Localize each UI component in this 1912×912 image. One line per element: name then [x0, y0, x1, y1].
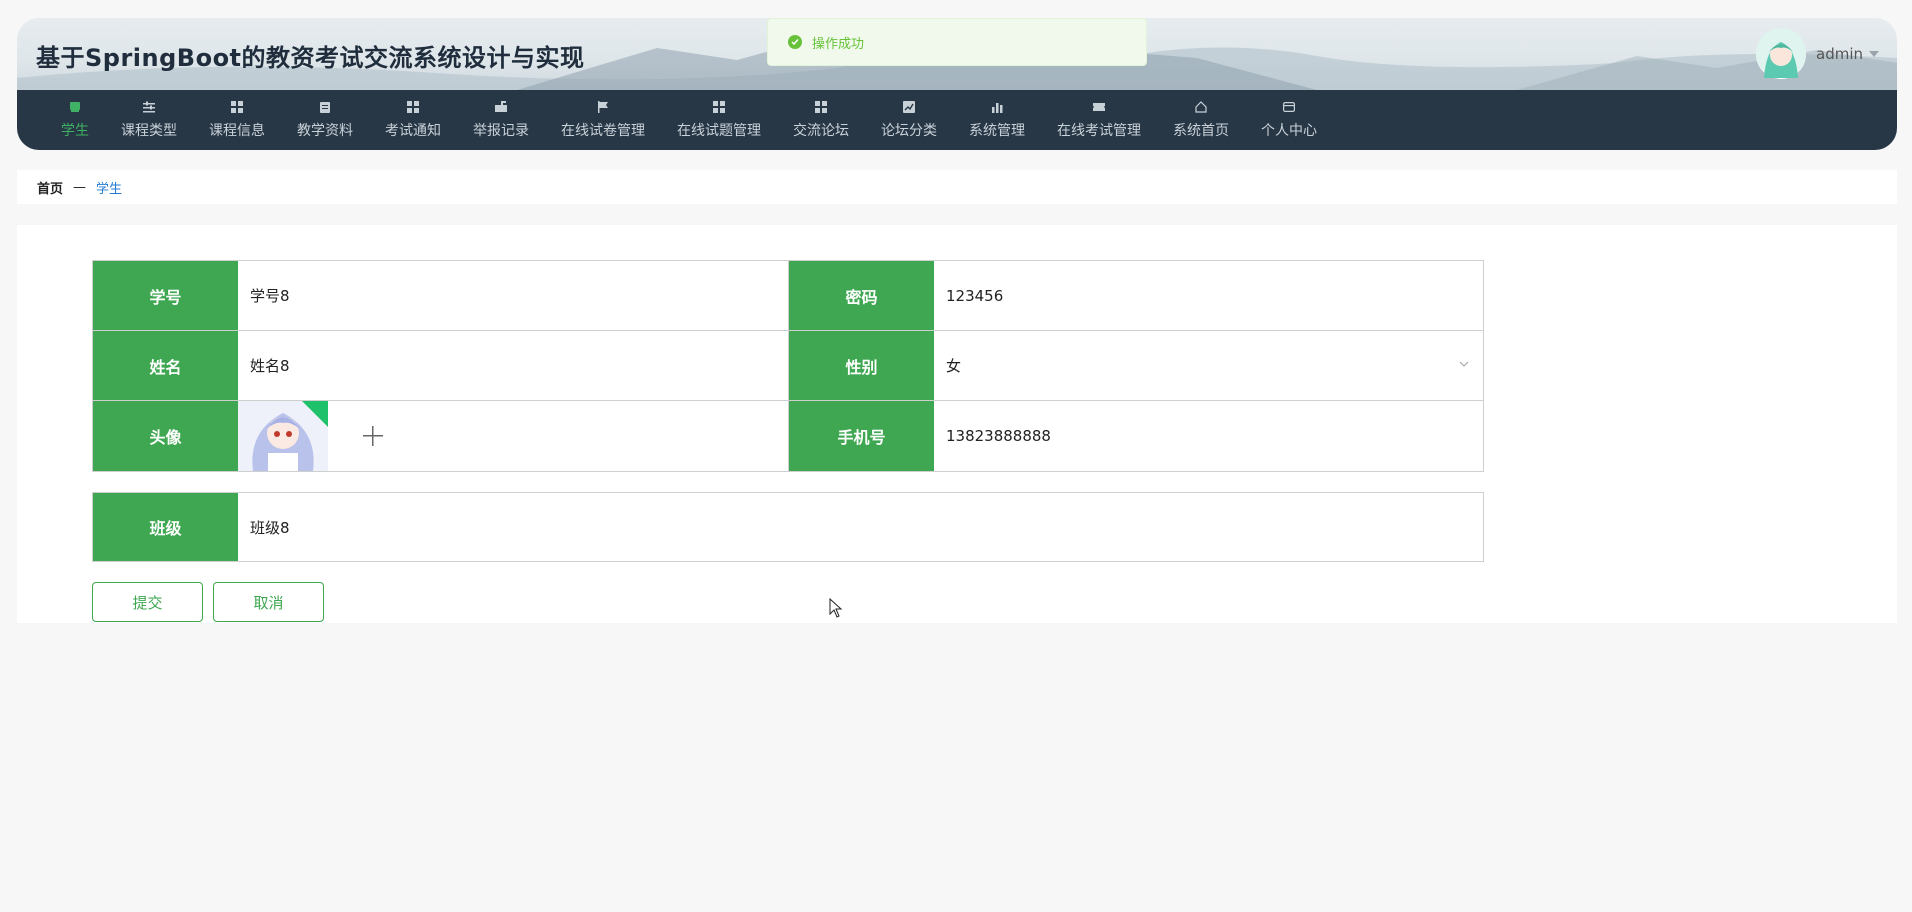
book-icon	[68, 100, 82, 114]
nav-item-label: 交流论坛	[793, 123, 849, 139]
nav-item-system-manage[interactable]: 系统管理	[953, 90, 1041, 150]
chart-icon	[902, 100, 916, 114]
student-no-value[interactable]	[238, 261, 788, 330]
nav-item-label: 课程信息	[209, 123, 265, 139]
mail-icon	[494, 100, 508, 114]
card-icon	[1282, 100, 1296, 114]
nav-item-report-record[interactable]: 举报记录	[457, 90, 545, 150]
check-circle-icon	[788, 35, 802, 49]
password-cell: 密码	[788, 261, 1483, 330]
nav-item-label: 学生	[61, 123, 89, 139]
cancel-button[interactable]: 取消	[213, 582, 324, 622]
grid-icon	[712, 100, 726, 114]
flag-icon	[596, 100, 610, 114]
gender-label: 性别	[789, 331, 934, 400]
nav-item-label: 论坛分类	[881, 123, 937, 139]
name-input[interactable]	[250, 356, 788, 375]
sliders-icon	[142, 100, 156, 114]
breadcrumb-home[interactable]: 首页	[37, 178, 63, 197]
nav-item-exam-notice[interactable]: 考试通知	[369, 90, 457, 150]
toast-message: 操作成功	[812, 36, 865, 52]
nav-item-course-info[interactable]: 课程信息	[193, 90, 281, 150]
avatar-thumbnail[interactable]	[238, 401, 328, 471]
student-no-label: 学号	[93, 261, 238, 330]
submit-button[interactable]: 提交	[92, 582, 203, 622]
mouse-cursor-icon	[829, 598, 843, 618]
class-label: 班级	[93, 493, 238, 561]
nav-item-online-exam[interactable]: 在线考试管理	[1041, 90, 1157, 150]
avatar-upload	[238, 401, 788, 471]
student-form-grid: 学号 密码 姓名 性别 女 头像	[92, 260, 1484, 472]
breadcrumb-current: 学生	[96, 181, 123, 197]
class-row: 班级	[92, 492, 1484, 562]
class-value[interactable]	[238, 493, 1483, 561]
gender-selected-value: 女	[946, 357, 962, 375]
class-input[interactable]	[250, 518, 1483, 536]
nav-item-forum-category[interactable]: 论坛分类	[865, 90, 953, 150]
nav-item-question-manage[interactable]: 在线试题管理	[661, 90, 777, 150]
name-cell: 姓名	[93, 331, 788, 400]
chevron-down-icon[interactable]	[1869, 51, 1879, 57]
add-upload-button[interactable]	[328, 401, 418, 471]
grid-icon	[230, 100, 244, 114]
clipboard-icon	[318, 100, 332, 114]
form-row: 学号 密码	[93, 261, 1483, 331]
phone-input[interactable]	[946, 427, 1483, 445]
form-row: 头像 手机号 13823888888	[93, 401, 1483, 471]
username: admin	[1816, 45, 1863, 63]
nav-item-label: 个人中心	[1261, 123, 1317, 139]
nav-item-label: 在线试题管理	[677, 123, 761, 139]
breadcrumb: 首页 — 学生	[17, 170, 1897, 204]
password-input[interactable]	[946, 286, 1483, 305]
nav-item-label: 在线试卷管理	[561, 123, 645, 139]
nav-item-label: 系统首页	[1173, 123, 1229, 139]
nav-item-label: 系统管理	[969, 123, 1025, 139]
top-nav: 学生 课程类型 课程信息 教学资料 考试通知 举报记录 在线试卷管理 在线试题管…	[17, 90, 1897, 150]
grid-icon	[406, 100, 420, 114]
user-menu[interactable]: admin	[1756, 28, 1879, 80]
gender-cell: 性别 女	[788, 331, 1483, 400]
password-label: 密码	[789, 261, 934, 330]
nav-item-label: 在线考试管理	[1057, 123, 1141, 139]
site-title: 基于SpringBoot的教资考试交流系统设计与实现	[36, 44, 585, 72]
bar-chart-icon	[990, 100, 1004, 114]
nav-item-home[interactable]: 系统首页	[1157, 90, 1245, 150]
chevron-down-icon[interactable]	[1459, 361, 1469, 367]
name-value[interactable]	[238, 331, 788, 400]
plus-icon	[363, 426, 383, 446]
phone-value[interactable]	[934, 401, 1483, 471]
ticket-icon	[1092, 100, 1106, 114]
nav-item-label: 考试通知	[385, 123, 441, 139]
gender-select[interactable]: 女	[934, 331, 1483, 400]
student-no-input[interactable]	[250, 286, 788, 305]
nav-item-paper-manage[interactable]: 在线试卷管理	[545, 90, 661, 150]
phone-cell: 手机号	[788, 401, 1483, 471]
form-row: 姓名 性别 女	[93, 331, 1483, 401]
avatar-image-icon	[1756, 28, 1806, 78]
nav-item-label: 课程类型	[121, 123, 177, 139]
nav-item-profile[interactable]: 个人中心	[1245, 90, 1333, 150]
avatar-label: 头像	[93, 401, 238, 471]
form-actions: 提交 取消	[92, 582, 324, 622]
form-panel: 学号 密码 姓名 性别 女 头像	[17, 225, 1897, 623]
avatar[interactable]	[1756, 28, 1806, 79]
avatar-cell: 头像	[93, 401, 788, 471]
grid-icon	[814, 100, 828, 114]
nav-item-label: 教学资料	[297, 123, 353, 139]
nav-item-student[interactable]: 学生	[45, 90, 105, 150]
home-icon	[1194, 100, 1208, 114]
nav-item-course-type[interactable]: 课程类型	[105, 90, 193, 150]
student-no-cell: 学号	[93, 261, 788, 330]
name-label: 姓名	[93, 331, 238, 400]
nav-item-forum[interactable]: 交流论坛	[777, 90, 865, 150]
breadcrumb-separator: —	[73, 179, 87, 195]
phone-label: 手机号	[789, 401, 934, 471]
password-value[interactable]	[934, 261, 1483, 330]
upload-success-badge	[302, 401, 328, 427]
nav-item-teaching-material[interactable]: 教学资料	[281, 90, 369, 150]
nav-item-label: 举报记录	[473, 123, 529, 139]
success-toast: 操作成功	[767, 18, 1147, 66]
